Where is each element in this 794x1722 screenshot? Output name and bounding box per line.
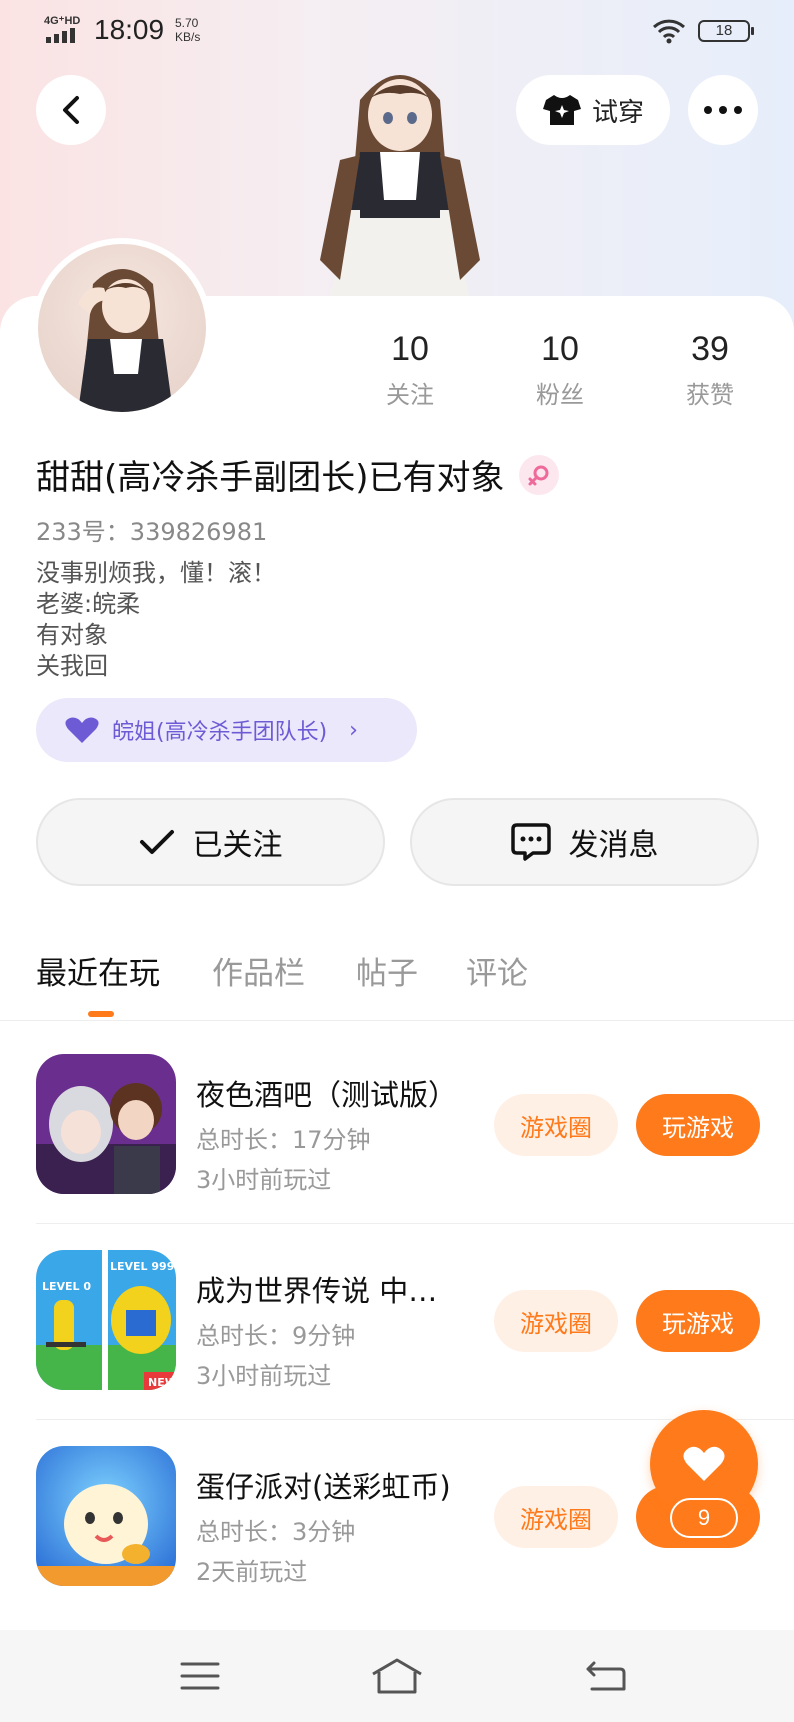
network-speed: 5.70 KB/s (175, 16, 200, 44)
bio-line: 老婆:皖柔 (36, 590, 141, 618)
game-duration: 总时长：9分钟 (196, 1322, 356, 1350)
game-title: 成为世界传说 中… (196, 1274, 438, 1308)
followed-label: 已关注 (192, 828, 283, 863)
chevron-right-icon: › (349, 717, 358, 743)
user-id: 233号：339826981 (36, 518, 268, 546)
more-dots-icon (704, 106, 742, 114)
character-3d-image (320, 75, 480, 300)
send-message-label: 发消息 (568, 828, 659, 863)
game-last-played: 2天前玩过 (196, 1558, 308, 1586)
game-title: 夜色酒吧（测试版） (196, 1078, 458, 1112)
message-icon (510, 823, 551, 861)
home-button[interactable] (367, 1650, 427, 1702)
status-bar: 4G⁺HD 18:09 5.70 KB/s 18 (0, 0, 794, 60)
home-icon (372, 1658, 422, 1694)
tab-posts[interactable]: 帖子 (356, 948, 418, 993)
game-last-played: 3小时前玩过 (196, 1362, 332, 1390)
bio-line: 有对象 (36, 621, 108, 649)
more-button[interactable] (688, 75, 758, 145)
team-pill[interactable]: 皖姐(高冷杀手团队长) › (36, 698, 417, 762)
game-circle-button[interactable]: 游戏圈 (494, 1486, 618, 1548)
stat-followers-label: 粉丝 (536, 381, 584, 409)
wifi-icon (652, 19, 686, 44)
menu-icon (180, 1662, 220, 1690)
game-duration: 总时长：17分钟 (196, 1126, 371, 1154)
try-on-label: 试穿 (591, 97, 644, 128)
stat-followers[interactable]: 10 粉丝 (500, 330, 620, 410)
game-circle-button[interactable]: 游戏圈 (494, 1094, 618, 1156)
level-low-label: LEVEL 0 (42, 1280, 91, 1293)
bio-line: 没事别烦我，懂！滚！ (36, 559, 276, 587)
check-icon (139, 830, 174, 854)
stat-followers-count: 10 (541, 330, 579, 368)
game-icon (36, 1446, 176, 1586)
active-tab-indicator (88, 1011, 114, 1017)
play-game-button[interactable]: 玩游戏 (636, 1290, 760, 1352)
team-label: 皖姐(高冷杀手团队长) (112, 720, 328, 745)
back-nav-button[interactable] (575, 1650, 635, 1702)
stat-likes-label: 获赞 (686, 381, 734, 409)
game-title: 蛋仔派对(送彩虹币) (196, 1470, 451, 1504)
signal-icon (46, 28, 75, 43)
tab-recently-played[interactable]: 最近在玩 (36, 948, 160, 993)
network-speed-value: 5.70 (175, 16, 199, 30)
like-count-badge: 9 (670, 1498, 738, 1538)
female-icon (518, 454, 559, 495)
stat-following[interactable]: 10 关注 (350, 330, 470, 410)
game-circle-button[interactable]: 游戏圈 (494, 1290, 618, 1352)
play-game-button[interactable]: 玩游戏 (636, 1094, 760, 1156)
stat-following-count: 10 (391, 330, 429, 368)
game-duration: 总时长：3分钟 (196, 1518, 356, 1546)
game-icon (36, 1054, 176, 1194)
tshirt-icon (542, 95, 581, 125)
back-button[interactable] (36, 75, 106, 145)
network-speed-unit: KB/s (175, 30, 201, 44)
purple-heart-icon (65, 717, 99, 743)
try-on-button[interactable]: 试穿 (516, 75, 670, 145)
new-badge: NEW (148, 1376, 176, 1389)
followed-button[interactable]: 已关注 (36, 798, 385, 886)
menu-button[interactable] (170, 1650, 230, 1702)
stat-likes[interactable]: 39 获赞 (650, 330, 770, 410)
chevron-left-icon (63, 96, 79, 124)
level-high-label: LEVEL 999 (110, 1260, 174, 1273)
back-icon (586, 1661, 626, 1691)
avatar-image (78, 269, 173, 412)
username-row: 甜甜(高冷杀手副团长)已有对象 (36, 450, 559, 499)
tab-works[interactable]: 作品栏 (212, 948, 305, 993)
battery-indicator: 18 (698, 20, 754, 42)
username: 甜甜(高冷杀手副团长)已有对象 (36, 458, 505, 498)
tab-comments[interactable]: 评论 (466, 948, 528, 993)
send-message-button[interactable]: 发消息 (410, 798, 759, 886)
bio: 没事别烦我，懂！滚！ 老婆:皖柔 有对象 关我回 (36, 558, 276, 682)
network-indicator: 4G⁺HD (44, 15, 81, 27)
status-time: 18:09 (94, 14, 165, 45)
system-nav-bar (0, 1630, 794, 1722)
game-last-played: 3小时前玩过 (196, 1166, 332, 1194)
list-item[interactable]: LEVEL 0 LEVEL 999 NEW 成为世界传说 中… 总时长：9分钟 … (0, 1224, 794, 1420)
divider (0, 1020, 794, 1021)
list-item[interactable]: 夜色酒吧（测试版） 总时长：17分钟 3小时前玩过 游戏圈 玩游戏 (0, 1028, 794, 1224)
bio-line: 关我回 (36, 652, 108, 680)
stat-likes-count: 39 (691, 330, 729, 368)
game-icon: LEVEL 0 LEVEL 999 NEW (36, 1250, 176, 1390)
avatar[interactable] (32, 238, 212, 418)
heart-icon (683, 1446, 725, 1481)
stat-following-label: 关注 (386, 381, 434, 409)
profile-tabs: 最近在玩 作品栏 帖子 评论 (0, 948, 794, 1020)
